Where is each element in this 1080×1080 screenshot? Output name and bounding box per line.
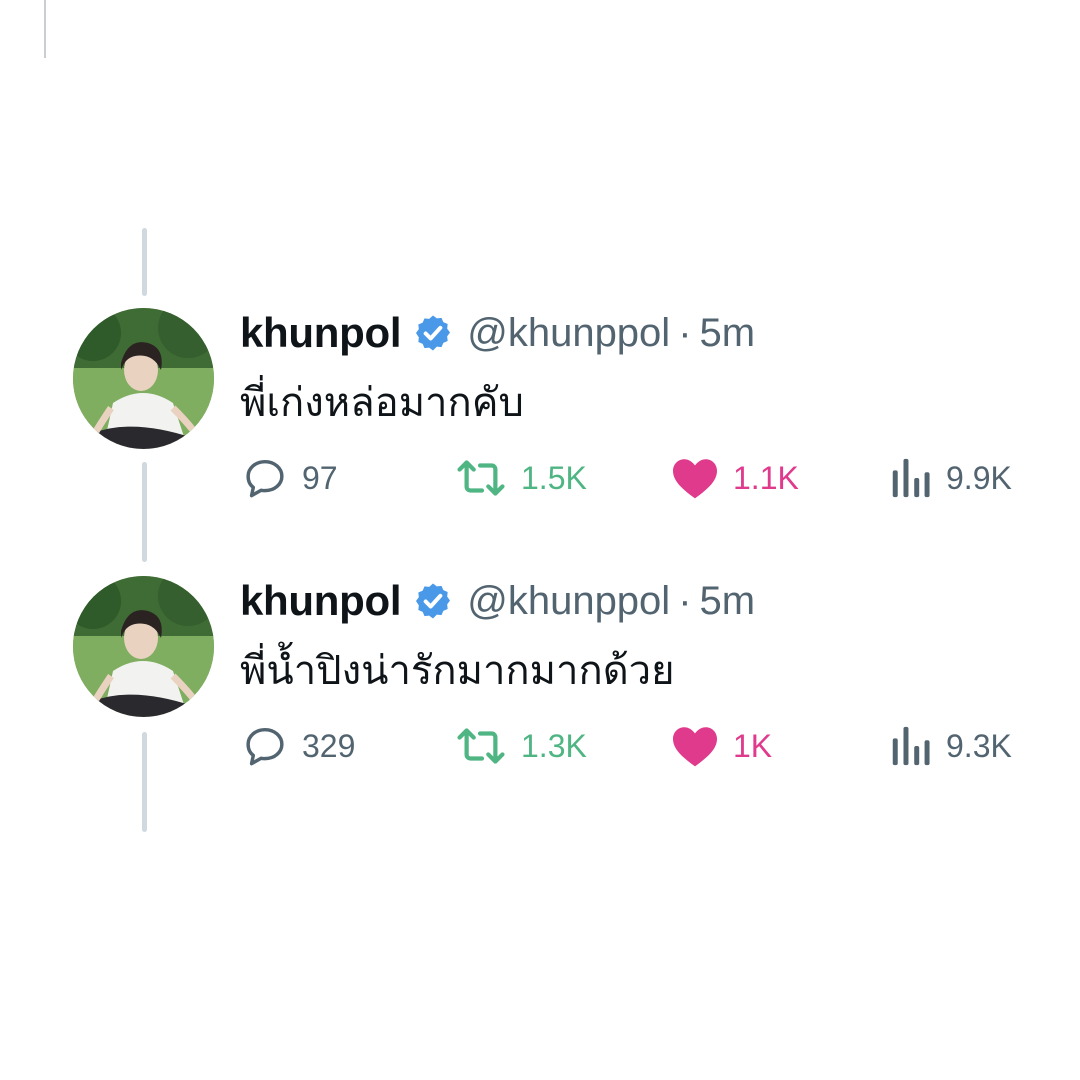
views-count: 9.3K [946, 727, 1012, 764]
retweet-button[interactable]: 1.5K [455, 450, 587, 506]
reply-button[interactable]: 329 [242, 718, 355, 774]
action-bar: 97 1.5K 1.1K 9.9K [0, 450, 1080, 506]
like-count: 1.1K [733, 459, 799, 496]
avatar[interactable] [73, 576, 214, 717]
display-name[interactable]: khunpol [240, 309, 402, 357]
like-button[interactable]: 1K [671, 718, 772, 774]
views-button[interactable]: 9.3K [888, 718, 1012, 774]
views-count: 9.9K [946, 459, 1012, 496]
reply-button[interactable]: 97 [242, 450, 338, 506]
retweet-arrows-icon [455, 723, 507, 769]
heart-icon [671, 455, 719, 501]
heart-icon [671, 723, 719, 769]
avatar-image [73, 308, 214, 449]
like-button[interactable]: 1.1K [671, 450, 799, 506]
reply-count: 329 [302, 727, 356, 764]
tweet-header: khunpol @khunppol · 5m [240, 308, 755, 358]
speech-bubble-icon [242, 723, 288, 769]
handle[interactable]: @khunppol [467, 579, 670, 624]
views-button[interactable]: 9.9K [888, 450, 1012, 506]
retweet-button[interactable]: 1.3K [455, 718, 587, 774]
verified-badge-icon [413, 581, 453, 621]
handle[interactable]: @khunppol [467, 311, 670, 356]
retweet-arrows-icon [455, 455, 507, 501]
retweet-count: 1.3K [521, 727, 587, 764]
tweet-text: พี่เก่งหล่อมากคับ [240, 380, 524, 426]
tweet-header: khunpol @khunppol · 5m [240, 576, 755, 626]
tweet-text: พี่น้ำปิงน่ารักมากมากด้วย [240, 648, 675, 694]
avatar[interactable] [73, 308, 214, 449]
tweet[interactable]: khunpol @khunppol · 5m พี่เก่งหล่อมากคับ… [0, 308, 1080, 508]
bar-chart-icon [888, 723, 932, 769]
thread-screenshot: khunpol @khunppol · 5m พี่เก่งหล่อมากคับ… [0, 0, 1080, 1080]
display-name[interactable]: khunpol [240, 577, 402, 625]
avatar-image [73, 576, 214, 717]
retweet-count: 1.5K [521, 459, 587, 496]
bar-chart-icon [888, 455, 932, 501]
thread-line-top [142, 228, 147, 296]
reply-count: 97 [302, 459, 338, 496]
separator-dot: · [678, 578, 692, 623]
timestamp[interactable]: 5m [700, 579, 756, 624]
cursor-mark [44, 0, 46, 58]
timestamp[interactable]: 5m [700, 311, 756, 356]
separator-dot: · [678, 310, 692, 355]
action-bar: 329 1.3K 1K 9.3K [0, 718, 1080, 774]
verified-badge-icon [413, 313, 453, 353]
like-count: 1K [733, 727, 773, 764]
speech-bubble-icon [242, 455, 288, 501]
tweet[interactable]: khunpol @khunppol · 5m พี่น้ำปิงน่ารักมา… [0, 576, 1080, 776]
